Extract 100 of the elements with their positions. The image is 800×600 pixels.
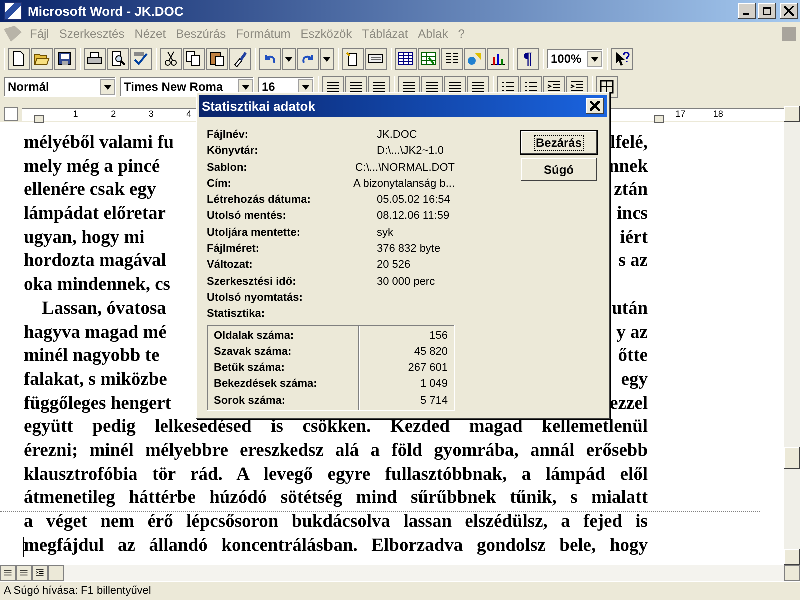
field-label: Szerkesztési idő: bbox=[207, 274, 298, 290]
shapes-icon bbox=[467, 51, 483, 67]
printer-icon bbox=[87, 51, 103, 67]
window-title: Microsoft Word - JK.DOC bbox=[28, 4, 185, 18]
copy-icon bbox=[186, 51, 202, 67]
text-line: ezzel bbox=[610, 392, 648, 416]
text-line: klausztrofóbia tör rád. A levegő egyre fullasztóbbnak, a lámpád elől bbox=[24, 464, 648, 487]
insert-button[interactable] bbox=[342, 48, 364, 70]
field-value: JK.DOC bbox=[377, 128, 418, 143]
insert-spreadsheet-button[interactable] bbox=[418, 48, 440, 70]
text-line: iért bbox=[620, 226, 648, 250]
text-cursor bbox=[23, 536, 24, 557]
field-value: syk bbox=[377, 226, 394, 241]
print-button[interactable] bbox=[84, 48, 106, 70]
style-dropdown[interactable]: Normál bbox=[4, 77, 116, 97]
open-button[interactable] bbox=[31, 48, 53, 70]
field-value: 20 526 bbox=[377, 258, 411, 274]
field-value: A bizonytalanság b... bbox=[353, 176, 455, 192]
view-button[interactable] bbox=[32, 565, 48, 581]
chart-button[interactable] bbox=[487, 48, 509, 70]
text-line: együtt pedig lelkesedésed is csökken. Kezded magad kellemetlenül bbox=[24, 416, 648, 440]
text-line: hagyva magad mé bbox=[24, 322, 167, 344]
paste-button[interactable] bbox=[206, 48, 228, 70]
cut-button[interactable] bbox=[160, 48, 182, 70]
text-line: lámpádat előretar bbox=[24, 203, 166, 226]
field-value: 05.05.02 16:54 bbox=[377, 193, 450, 208]
print-preview-icon bbox=[110, 51, 126, 67]
field-value: C:\...\NORMAL.DOT bbox=[355, 160, 455, 176]
close-button[interactable] bbox=[780, 3, 798, 19]
word-logo-icon bbox=[4, 2, 22, 20]
scroll-down-button[interactable] bbox=[784, 549, 800, 565]
help-dialog-button[interactable]: Súgó bbox=[521, 158, 597, 181]
text-line: mely még a pincé bbox=[24, 156, 160, 179]
view-button[interactable] bbox=[16, 565, 32, 581]
redo-button[interactable] bbox=[297, 48, 319, 70]
stat-value: 45 820 bbox=[414, 344, 448, 360]
left-indent-marker[interactable] bbox=[34, 114, 44, 122]
ruler-number: 18 bbox=[713, 108, 724, 120]
new-document-icon bbox=[11, 51, 27, 67]
redo-list-button[interactable] bbox=[320, 48, 334, 70]
field-label: Létrehozás dátuma: bbox=[207, 193, 312, 208]
right-indent-marker[interactable] bbox=[654, 114, 664, 122]
text-line: Lassan, óvatosa bbox=[42, 298, 166, 321]
field-label: Statisztika: bbox=[207, 307, 266, 322]
columns-button[interactable] bbox=[441, 48, 463, 70]
zoom-dropdown[interactable]: 100% bbox=[547, 49, 603, 69]
scroll-up-button[interactable] bbox=[784, 106, 800, 122]
stat-label: Betűk száma: bbox=[214, 361, 286, 376]
text-line: incs bbox=[617, 203, 648, 226]
text-line: s az bbox=[618, 250, 648, 274]
indent-icon bbox=[35, 568, 45, 578]
field-value: 376 832 byte bbox=[377, 242, 441, 258]
undo-list-button[interactable] bbox=[282, 48, 296, 70]
dialog-title: Statisztikai adatok bbox=[202, 98, 316, 114]
keyboard-button[interactable] bbox=[365, 48, 387, 70]
show-marks-button[interactable]: ¶ bbox=[517, 48, 539, 70]
stat-value: 1 049 bbox=[420, 377, 448, 392]
text-line: függőleges hengert bbox=[24, 392, 172, 416]
tab-selector[interactable] bbox=[4, 107, 18, 121]
undo-button[interactable] bbox=[259, 48, 281, 70]
text-line: mélyéből valami fu bbox=[24, 132, 174, 155]
paintbrush-icon bbox=[232, 51, 248, 67]
field-label: Sablon: bbox=[207, 160, 248, 176]
spelling-check-icon bbox=[133, 51, 149, 67]
view-button[interactable] bbox=[0, 565, 16, 581]
stat-value: 5 714 bbox=[420, 394, 448, 409]
ruler-number: 1 bbox=[73, 108, 78, 120]
help-button[interactable] bbox=[611, 48, 633, 70]
text-lines-icon bbox=[3, 568, 13, 578]
stat-label: Sorok száma: bbox=[214, 394, 287, 409]
field-value: 30 000 perc bbox=[377, 274, 436, 290]
ruler-number: 2 bbox=[111, 108, 116, 120]
spreadsheet-icon bbox=[421, 51, 437, 67]
field-label: Utolsó mentés: bbox=[207, 209, 288, 224]
print-preview-button[interactable] bbox=[107, 48, 129, 70]
text-line: őtte bbox=[618, 345, 648, 368]
copy-button[interactable] bbox=[183, 48, 205, 70]
text-line: nnek bbox=[608, 156, 648, 179]
minimize-button[interactable] bbox=[738, 3, 756, 19]
insert-table-button[interactable] bbox=[395, 48, 417, 70]
field-label: Változat: bbox=[207, 258, 254, 274]
field-value: D:\...\JK2~1.0 bbox=[377, 144, 444, 160]
dropdown-arrow-icon bbox=[323, 56, 331, 62]
close-dialog-button[interactable]: Bezárás bbox=[521, 131, 597, 154]
new-button[interactable] bbox=[8, 48, 30, 70]
spelling-button[interactable] bbox=[130, 48, 152, 70]
text-line: megfájdul az állandó koncentrálásban. Elborzadva gondolsz bele, hogy bbox=[24, 534, 648, 558]
text-line: ztán bbox=[614, 179, 648, 202]
restore-button[interactable] bbox=[758, 3, 776, 19]
text-line: y az bbox=[616, 322, 648, 344]
format-painter-button[interactable] bbox=[229, 48, 251, 70]
close-button[interactable] bbox=[586, 98, 604, 114]
dropdown-arrow-icon bbox=[242, 84, 250, 90]
text-line: lfelé, bbox=[610, 132, 648, 155]
save-button[interactable] bbox=[54, 48, 76, 70]
dropdown-arrow-icon bbox=[285, 56, 293, 62]
scroll-thumb[interactable] bbox=[784, 447, 800, 469]
text-line: után bbox=[612, 298, 648, 321]
field-label: Utoljára mentette: bbox=[207, 226, 302, 241]
scissors-icon bbox=[163, 51, 179, 67]
